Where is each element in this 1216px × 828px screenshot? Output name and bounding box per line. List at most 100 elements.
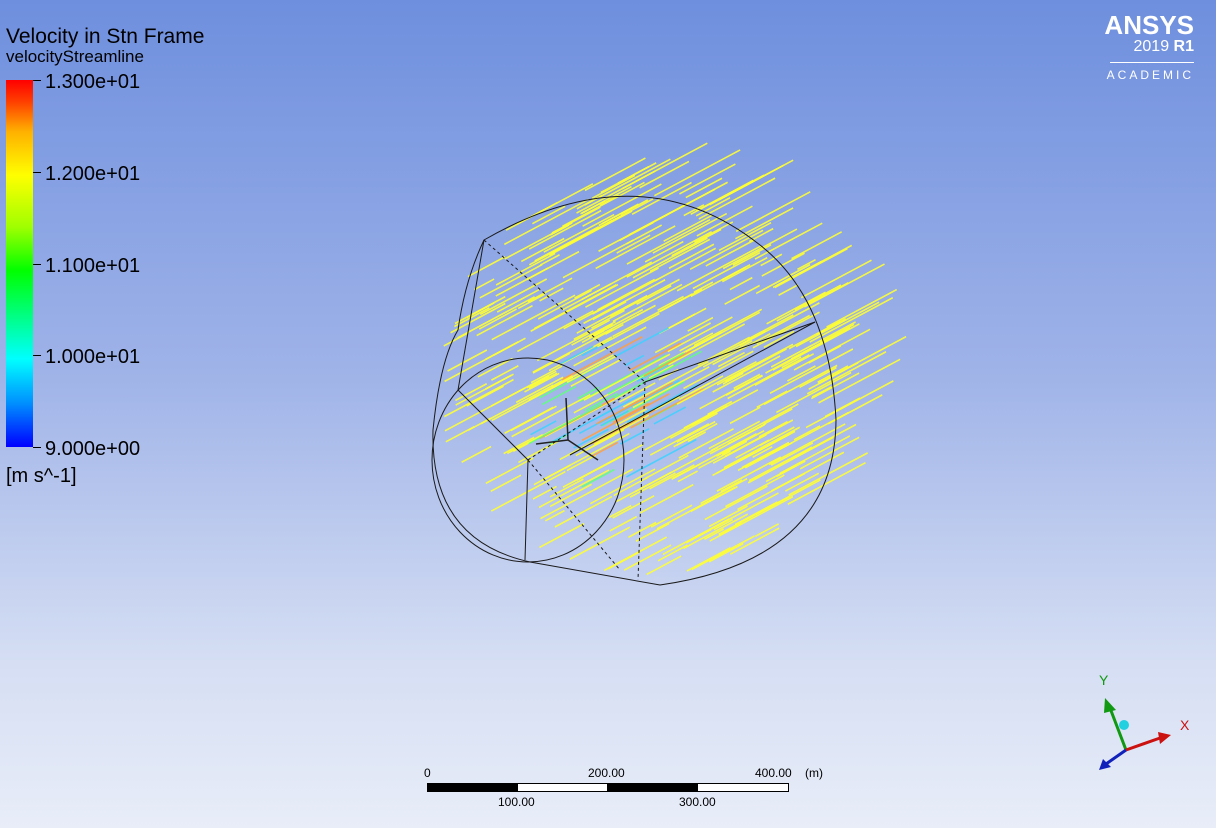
scale-unit: (m) [805,766,823,780]
streamline [617,165,650,184]
streamline [566,355,616,384]
streamline [526,250,580,281]
streamline [702,340,753,368]
streamline [708,542,744,563]
streamline [690,264,751,298]
streamline [566,454,597,472]
streamline [657,544,688,562]
streamline [824,397,861,418]
streamline [654,322,711,354]
domain-edge [524,459,529,561]
streamline [799,436,860,470]
streamline [541,385,577,406]
streamline [712,355,781,393]
streamline [735,191,811,233]
streamline [628,521,657,538]
domain-edge [457,389,529,461]
streamline [698,450,731,470]
streamline [761,252,805,277]
streamline [770,442,814,466]
streamline [766,291,826,325]
scale-segment [427,783,518,792]
streamline [754,222,823,260]
streamline [646,555,682,576]
streamline [657,295,684,312]
streamline [532,485,557,500]
streamline [537,289,593,320]
streamline [754,353,815,386]
streamline [616,234,651,254]
streamline [609,515,638,532]
streamline [724,284,761,305]
streamline [653,406,687,425]
streamline [667,316,733,353]
streamline [809,296,894,343]
streamline [616,471,672,503]
streamline [755,263,811,295]
streamline [461,445,492,463]
x-axis-label: X [1180,717,1190,733]
streamline [649,423,710,456]
streamline [569,526,631,560]
streamline [707,400,733,416]
scale-label-top: 200.00 [588,766,625,780]
streamline [597,312,660,348]
streamline [650,504,693,528]
scale-label-bottom: 100.00 [498,795,535,809]
streamline [608,504,632,519]
streamline [712,333,771,366]
streamline [503,198,590,246]
scale-segment [697,783,789,792]
streamline [534,225,600,262]
streamline [691,535,755,571]
streamline [581,468,615,488]
streamline [450,302,506,334]
streamline [729,276,753,291]
streamline [676,422,718,446]
streamline [576,449,635,481]
streamline [679,163,736,195]
scale-label-top: 400.00 [755,766,792,780]
streamline [593,468,634,491]
streamline [544,509,565,522]
streamline [457,296,535,339]
streamline [490,470,566,512]
scale-label-top: 0 [424,766,431,780]
streamline [455,373,514,406]
streamline [562,239,634,279]
streamline [585,267,659,308]
streamline [686,547,731,572]
streamline [527,277,573,303]
streamline [533,464,571,486]
streamline [778,284,799,296]
streamline [758,420,788,438]
streamline [752,311,820,349]
scale-label-bottom: 300.00 [679,795,716,809]
streamline [683,411,715,429]
streamline [692,252,761,290]
streamline [591,174,636,199]
streamline [608,551,641,570]
streamline [695,179,754,212]
streamline [708,420,761,450]
streamline [447,349,488,372]
streamline [629,472,676,498]
streamline [539,522,585,549]
streamline [540,487,598,520]
streamline [669,412,718,440]
streamline [548,210,633,256]
scale-segment [607,783,698,792]
streamline [729,527,780,555]
streamline [612,495,655,519]
streamline [826,288,898,328]
viewport-3d[interactable] [0,0,1216,828]
domain-edge [527,459,621,571]
streamline [756,390,788,409]
streamline [510,405,557,432]
streamline [716,456,782,492]
streamline [598,206,634,227]
scale-segment [517,783,608,792]
streamline [729,406,761,425]
streamline [774,247,848,289]
y-axis-label: Y [1099,672,1109,688]
